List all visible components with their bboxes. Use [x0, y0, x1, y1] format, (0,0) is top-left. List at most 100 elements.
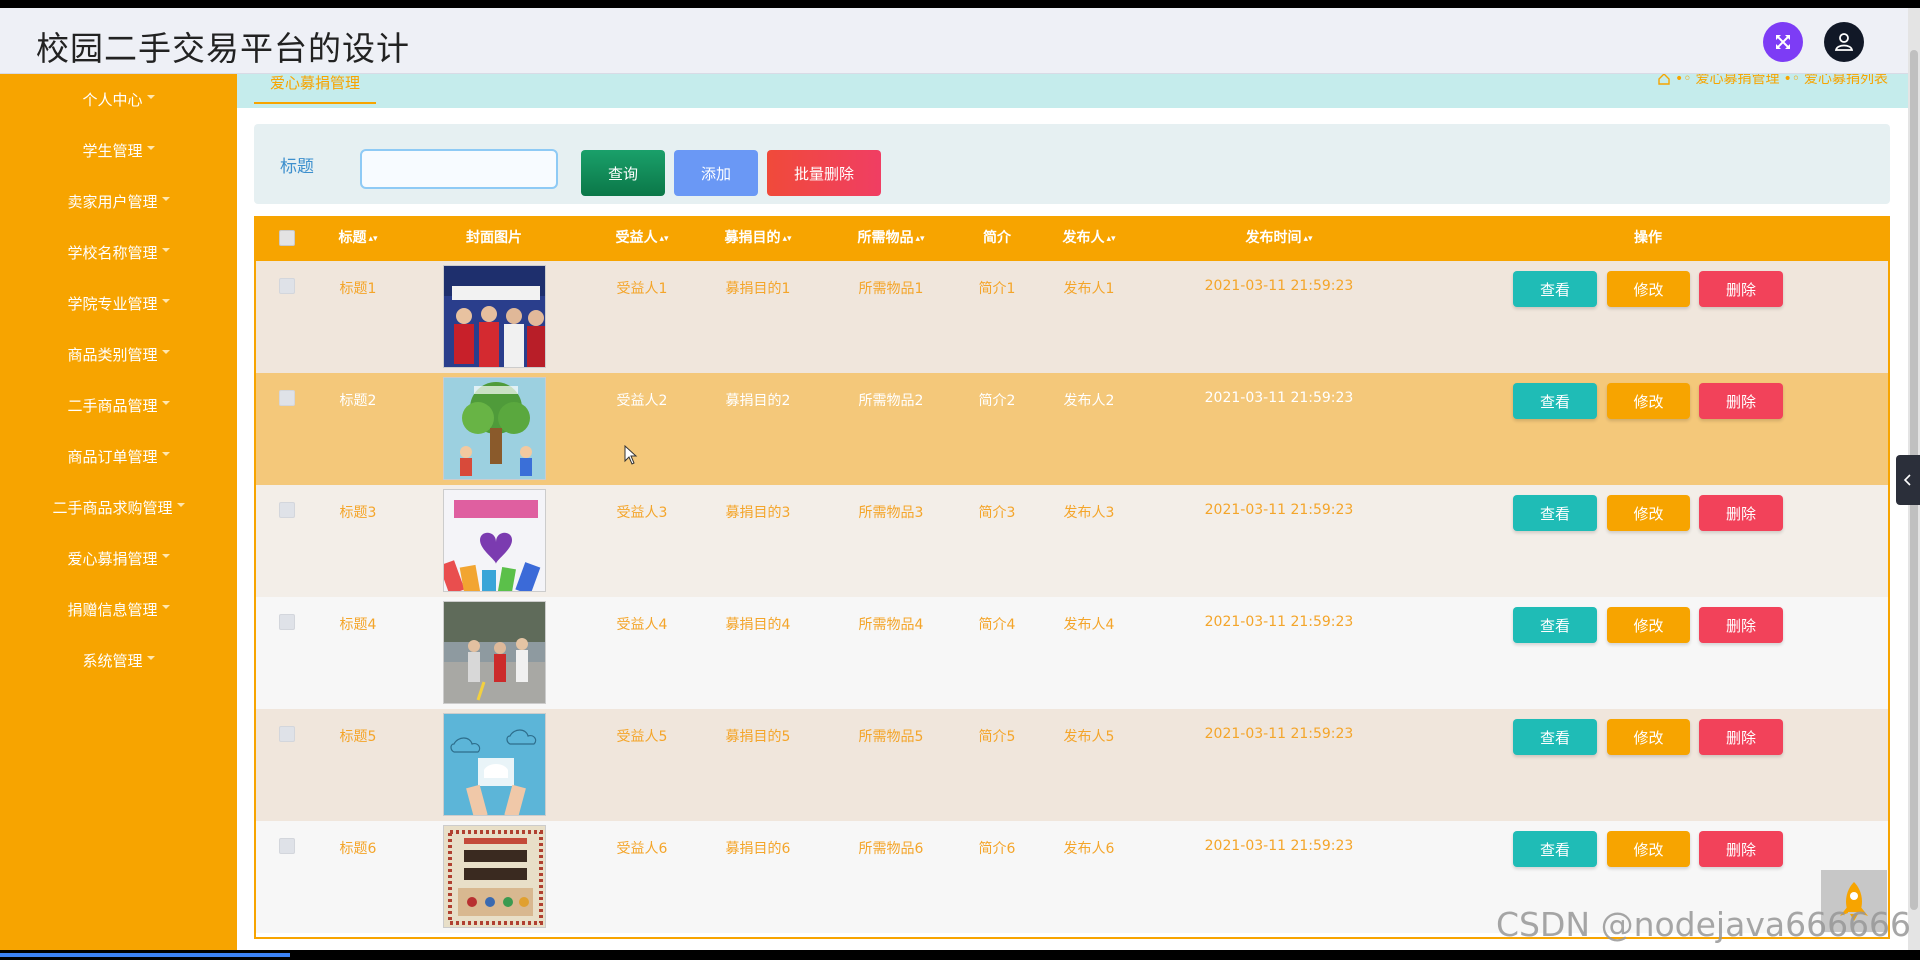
- cell-beneficiary: 受益人1: [616, 281, 668, 297]
- edit-button[interactable]: 修改: [1607, 831, 1690, 867]
- edit-button[interactable]: 修改: [1607, 495, 1690, 531]
- sidebar-item-label: 学院专业管理: [67, 294, 158, 313]
- column-header-items[interactable]: 所需物品 ▴▾: [857, 216, 924, 261]
- cell-purpose: 募捐目的5: [725, 729, 791, 745]
- caret-down-icon: [146, 146, 155, 150]
- delete-button[interactable]: 删除: [1699, 495, 1783, 531]
- view-button[interactable]: 查看: [1513, 271, 1597, 307]
- query-button[interactable]: 查询: [581, 150, 665, 196]
- cell-beneficiary: 受益人3: [616, 505, 668, 521]
- delete-button[interactable]: 删除: [1699, 831, 1783, 867]
- sidebar-item-label: 捐赠信息管理: [67, 600, 158, 619]
- cell-title: 标题3: [339, 505, 377, 521]
- sidebar-item-donations[interactable]: 捐赠信息管理: [0, 589, 237, 629]
- delete-button[interactable]: 删除: [1699, 271, 1783, 307]
- watermark: CSDN @nodejava666666: [1496, 905, 1912, 944]
- sort-icon: ▴▾: [1303, 234, 1313, 244]
- user-button[interactable]: [1824, 22, 1864, 62]
- sidebar-item-sellers[interactable]: 卖家用户管理: [0, 181, 237, 221]
- sort-icon: ▴▾: [659, 234, 669, 244]
- sidebar-item-wanted[interactable]: 二手商品求购管理: [0, 487, 237, 527]
- view-button[interactable]: 查看: [1513, 831, 1597, 867]
- column-header-title[interactable]: 标题 ▴▾: [338, 216, 377, 261]
- sidebar-item-label: 个人中心: [82, 90, 143, 109]
- window-bottom-strip: [0, 950, 1920, 960]
- edit-button[interactable]: 修改: [1607, 719, 1690, 755]
- cell-beneficiary: 受益人5: [616, 729, 668, 745]
- row-checkbox[interactable]: [279, 502, 295, 518]
- add-button[interactable]: 添加: [674, 150, 758, 196]
- fullscreen-icon: [1776, 35, 1790, 49]
- cover-image: [443, 489, 546, 592]
- select-all-checkbox[interactable]: [279, 230, 295, 246]
- cover-image: [443, 713, 546, 816]
- edit-button[interactable]: 修改: [1607, 271, 1690, 307]
- cover-image: [443, 377, 546, 480]
- row-checkbox[interactable]: [279, 390, 295, 406]
- table-row: 标题3 受益人3 募捐目的3 所需物品3 简介3 发布人3 2021-03-11…: [256, 485, 1888, 597]
- caret-down-icon: [161, 401, 170, 405]
- panel-collapse-button[interactable]: [1896, 455, 1920, 505]
- view-button[interactable]: 查看: [1513, 719, 1597, 755]
- cover-image: [443, 265, 546, 368]
- cell-intro: 简介2: [978, 393, 1016, 409]
- row-checkbox[interactable]: [279, 278, 295, 294]
- column-header-time[interactable]: 发布时间 ▴▾: [1245, 216, 1312, 261]
- caret-down-icon: [146, 656, 155, 660]
- sidebar-item-system[interactable]: 系统管理: [0, 640, 237, 680]
- breadcrumb-item[interactable]: 爱心募捐管理: [1695, 74, 1779, 92]
- column-header-purpose[interactable]: 募捐目的 ▴▾: [724, 216, 791, 261]
- view-button[interactable]: 查看: [1513, 383, 1597, 419]
- sidebar-item-label: 卖家用户管理: [67, 192, 158, 211]
- column-header-beneficiary[interactable]: 受益人 ▴▾: [615, 216, 668, 261]
- sort-icon: ▴▾: [782, 234, 792, 244]
- caret-down-icon: [146, 95, 155, 99]
- sidebar-item-students[interactable]: 学生管理: [0, 130, 237, 170]
- video-progress-bar: [0, 953, 290, 957]
- delete-button[interactable]: 删除: [1699, 383, 1783, 419]
- cell-intro: 简介5: [978, 729, 1016, 745]
- sidebar-item-label: 商品类别管理: [67, 345, 158, 364]
- sidebar-item-label: 学生管理: [82, 141, 143, 160]
- cell-time: 2021-03-11 21:59:23: [1204, 614, 1354, 630]
- row-checkbox[interactable]: [279, 614, 295, 630]
- cell-items: 所需物品5: [858, 729, 924, 745]
- column-header-cover: 封面图片: [466, 230, 522, 246]
- cell-purpose: 募捐目的3: [725, 505, 791, 521]
- caret-down-icon: [161, 350, 170, 354]
- caret-down-icon: [176, 503, 185, 507]
- column-header-publisher[interactable]: 发布人 ▴▾: [1062, 216, 1115, 261]
- cell-items: 所需物品6: [858, 841, 924, 857]
- cell-title: 标题2: [339, 393, 377, 409]
- sidebar-item-majors[interactable]: 学院专业管理: [0, 283, 237, 323]
- sidebar-item-label: 学校名称管理: [67, 243, 158, 262]
- sidebar-item-personal-center[interactable]: 个人中心: [0, 79, 237, 119]
- delete-button[interactable]: 删除: [1699, 719, 1783, 755]
- user-icon: [1834, 33, 1854, 51]
- cell-publisher: 发布人4: [1063, 617, 1115, 633]
- sidebar-item-goods[interactable]: 二手商品管理: [0, 385, 237, 425]
- table-row: 标题2 受益人2 募捐目的2 所需物品2 简介2 发布人2 2021-03-11…: [256, 373, 1888, 485]
- cell-intro: 简介3: [978, 505, 1016, 521]
- edit-button[interactable]: 修改: [1607, 383, 1690, 419]
- row-checkbox[interactable]: [279, 726, 295, 742]
- app-header: 校园二手交易平台的设计: [0, 8, 1908, 74]
- fullscreen-button[interactable]: [1763, 22, 1803, 62]
- sidebar-item-charity[interactable]: 爱心募捐管理: [0, 538, 237, 578]
- tab-charity[interactable]: 爱心募捐管理: [254, 74, 377, 104]
- sidebar-item-label: 二手商品管理: [67, 396, 158, 415]
- sidebar-item-categories[interactable]: 商品类别管理: [0, 334, 237, 374]
- cell-publisher: 发布人2: [1063, 393, 1115, 409]
- search-input[interactable]: [360, 149, 558, 189]
- sidebar-item-orders[interactable]: 商品订单管理: [0, 436, 237, 476]
- edit-button[interactable]: 修改: [1607, 607, 1690, 643]
- sort-icon: ▴▾: [1106, 234, 1116, 244]
- batch-delete-button[interactable]: 批量删除: [767, 150, 881, 196]
- row-checkbox[interactable]: [279, 838, 295, 854]
- view-button[interactable]: 查看: [1513, 495, 1597, 531]
- cell-publisher: 发布人5: [1063, 729, 1115, 745]
- view-button[interactable]: 查看: [1513, 607, 1597, 643]
- delete-button[interactable]: 删除: [1699, 607, 1783, 643]
- sort-icon: ▴▾: [915, 234, 925, 244]
- sidebar-item-schools[interactable]: 学校名称管理: [0, 232, 237, 272]
